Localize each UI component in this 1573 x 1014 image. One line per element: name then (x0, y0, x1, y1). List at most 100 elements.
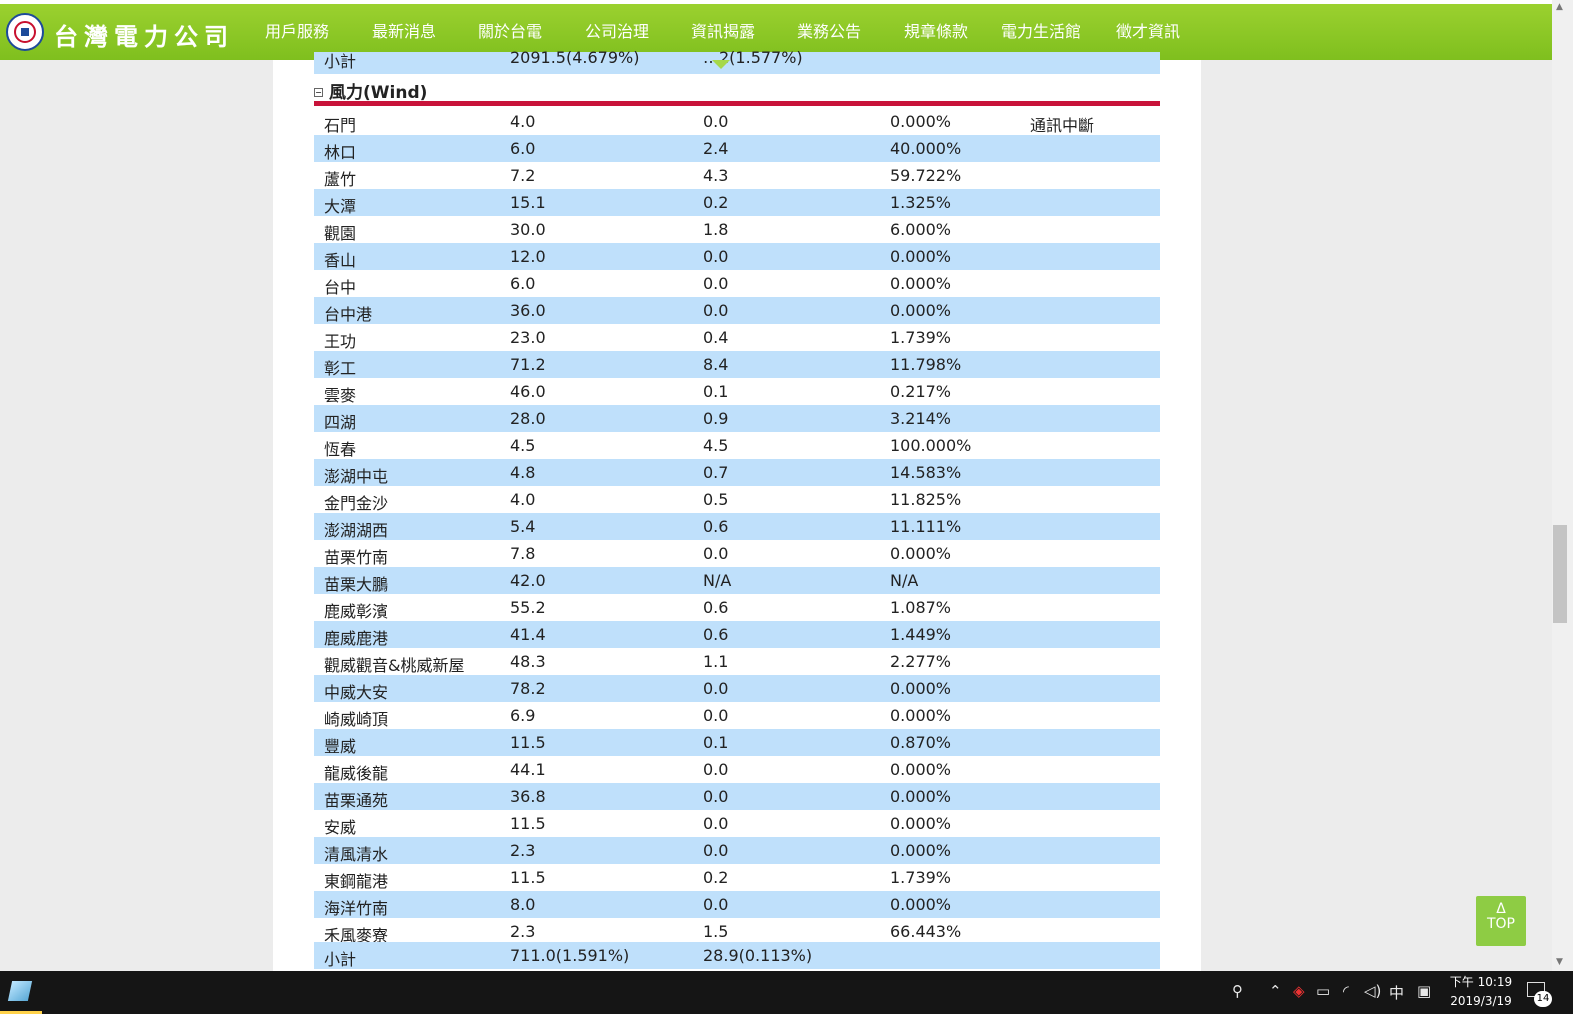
table-row: 台中 6.0 0.0 0.000% (314, 270, 1160, 297)
ratio-value: 66.443% (890, 922, 962, 941)
table-row: 雲麥 46.0 0.1 0.217% (314, 378, 1160, 405)
capacity-value: 41.4 (510, 625, 546, 644)
keyboard-icon[interactable]: ▣ (1417, 982, 1431, 1000)
scroll-up-icon[interactable]: ▲ (1556, 2, 1563, 12)
plant-name: 香山 (324, 251, 357, 270)
taskbar: ⚲ ⌃ ◈ ▭ ◜ ◁) 中 ▣ 下午 10:19 2019/3/19 14 (0, 971, 1573, 1014)
plant-name: 鹿威彰濱 (324, 602, 389, 621)
capacity-value: 28.0 (510, 409, 546, 428)
table-row: 大潭 15.1 0.2 1.325% (314, 189, 1160, 216)
ratio-value: 0.000% (890, 841, 952, 860)
ratio-value: 1.739% (890, 868, 952, 887)
output-value: 0.0 (703, 112, 729, 131)
ratio-value: 59.722% (890, 166, 962, 185)
ratio-value: 6.000% (890, 220, 952, 239)
output-value: 0.0 (703, 301, 729, 320)
output-value: 0.1 (703, 733, 729, 752)
capacity-value: 11.5 (510, 733, 546, 752)
capacity-value: 44.1 (510, 760, 546, 779)
ratio-value: 3.214% (890, 409, 952, 428)
output-value: 8.4 (703, 355, 729, 374)
ratio-value: 1.325% (890, 193, 952, 212)
table-row: 鹿威鹿港 41.4 0.6 1.449% (314, 621, 1160, 648)
capacity-value: 2.3 (510, 922, 536, 941)
ratio-value: 0.000% (890, 679, 952, 698)
plant-name: 台中 (324, 278, 357, 297)
table-row: 崎威崎頂 6.9 0.0 0.000% (314, 702, 1160, 729)
collapse-icon[interactable]: − (314, 88, 323, 97)
plant-name: 觀威觀音&桃威新屋 (324, 656, 465, 675)
notification-count: 14 (1534, 991, 1552, 1007)
ratio-value: 0.000% (890, 895, 952, 914)
output-value: 0.9 (703, 409, 729, 428)
capacity-value: 4.0 (510, 490, 536, 509)
output-value: 4.5 (703, 436, 729, 455)
volume-icon[interactable]: ◁) (1364, 982, 1381, 1000)
output-value: 0.6 (703, 625, 729, 644)
logo-core (21, 28, 29, 36)
ime-indicator[interactable]: 中 (1389, 982, 1404, 1003)
table-row: 四湖 28.0 0.9 3.214% (314, 405, 1160, 432)
table-row: 觀威觀音&桃威新屋 48.3 1.1 2.277% (314, 648, 1160, 675)
ratio-value: 0.000% (890, 544, 952, 563)
table-row: 龍威後龍 44.1 0.0 0.000% (314, 756, 1160, 783)
back-to-top-button[interactable]: Δ TOP (1476, 896, 1526, 946)
table-row: 鹿威彰濱 55.2 0.6 1.087% (314, 594, 1160, 621)
table-row: 安威 11.5 0.0 0.000% (314, 810, 1160, 837)
logo-ring (14, 21, 36, 43)
scrollbar[interactable] (1552, 0, 1573, 971)
table-row: 觀園 30.0 1.8 6.000% (314, 216, 1160, 243)
output-value: 1.5 (703, 922, 729, 941)
output-value: 0.0 (703, 787, 729, 806)
person-icon[interactable]: ⚲ (1232, 982, 1243, 1000)
ratio-value: 11.825% (890, 490, 962, 509)
ratio-value: 0.000% (890, 247, 952, 266)
plant-name: 石門 (324, 116, 357, 135)
start-button[interactable] (0, 971, 42, 1014)
output-value: 0.2 (703, 193, 729, 212)
capacity-value: 36.0 (510, 301, 546, 320)
battery-icon[interactable]: ▭ (1316, 982, 1330, 1000)
plant-name: 林口 (324, 143, 357, 162)
capacity-value: 7.2 (510, 166, 536, 185)
ratio-value: 40.000% (890, 139, 962, 158)
ratio-value: 2.277% (890, 652, 952, 671)
ratio-value: 0.000% (890, 787, 952, 806)
table-row: 蘆竹 7.2 4.3 59.722% (314, 162, 1160, 189)
shield-icon[interactable]: ◈ (1293, 982, 1305, 1000)
wifi-icon[interactable]: ◜ (1343, 982, 1349, 1000)
subtotal-output: 28.9(0.113%) (703, 946, 813, 965)
scroll-down-icon[interactable]: ▼ (1556, 957, 1563, 967)
plant-name: 苗栗竹南 (324, 548, 389, 567)
ratio-value: N/A (890, 571, 919, 590)
capacity-value: 8.0 (510, 895, 536, 914)
scrollbar-thumb[interactable] (1553, 525, 1567, 623)
brand-name[interactable]: 台灣電力公司 (54, 17, 234, 52)
ratio-value: 11.111% (890, 517, 962, 536)
output-value: 0.5 (703, 490, 729, 509)
capacity-value: 36.8 (510, 787, 546, 806)
capacity-value: 30.0 (510, 220, 546, 239)
table-row: 海洋竹南 8.0 0.0 0.000% (314, 891, 1160, 918)
plant-name: 龍威後龍 (324, 764, 389, 783)
table-row: 金門金沙 4.0 0.5 11.825% (314, 486, 1160, 513)
capacity-value: 15.1 (510, 193, 546, 212)
section-wind-title[interactable]: − 風力(Wind) (314, 78, 427, 103)
capacity-value: 42.0 (510, 571, 546, 590)
ratio-value: 14.583% (890, 463, 962, 482)
table-row: 澎湖湖西 5.4 0.6 11.111% (314, 513, 1160, 540)
section-divider (314, 101, 1160, 106)
output-value: 0.0 (703, 814, 729, 833)
chevron-up-icon[interactable]: ⌃ (1269, 982, 1282, 1000)
output-value: 0.6 (703, 517, 729, 536)
logo-icon[interactable] (6, 13, 44, 51)
table-row: 石門 4.0 0.0 0.000% 通訊中斷 (314, 108, 1160, 135)
table-row: 苗栗大鵬 42.0 N/A N/A (314, 567, 1160, 594)
plant-name: 四湖 (324, 413, 357, 432)
clock-date: 2019/3/19 (1450, 994, 1512, 1008)
clock[interactable]: 下午 10:19 2019/3/19 (1448, 973, 1514, 1011)
output-value: 0.2 (703, 868, 729, 887)
ratio-value: 0.000% (890, 112, 952, 131)
plant-name: 蘆竹 (324, 170, 357, 189)
plant-name: 東鋼龍港 (324, 872, 389, 891)
